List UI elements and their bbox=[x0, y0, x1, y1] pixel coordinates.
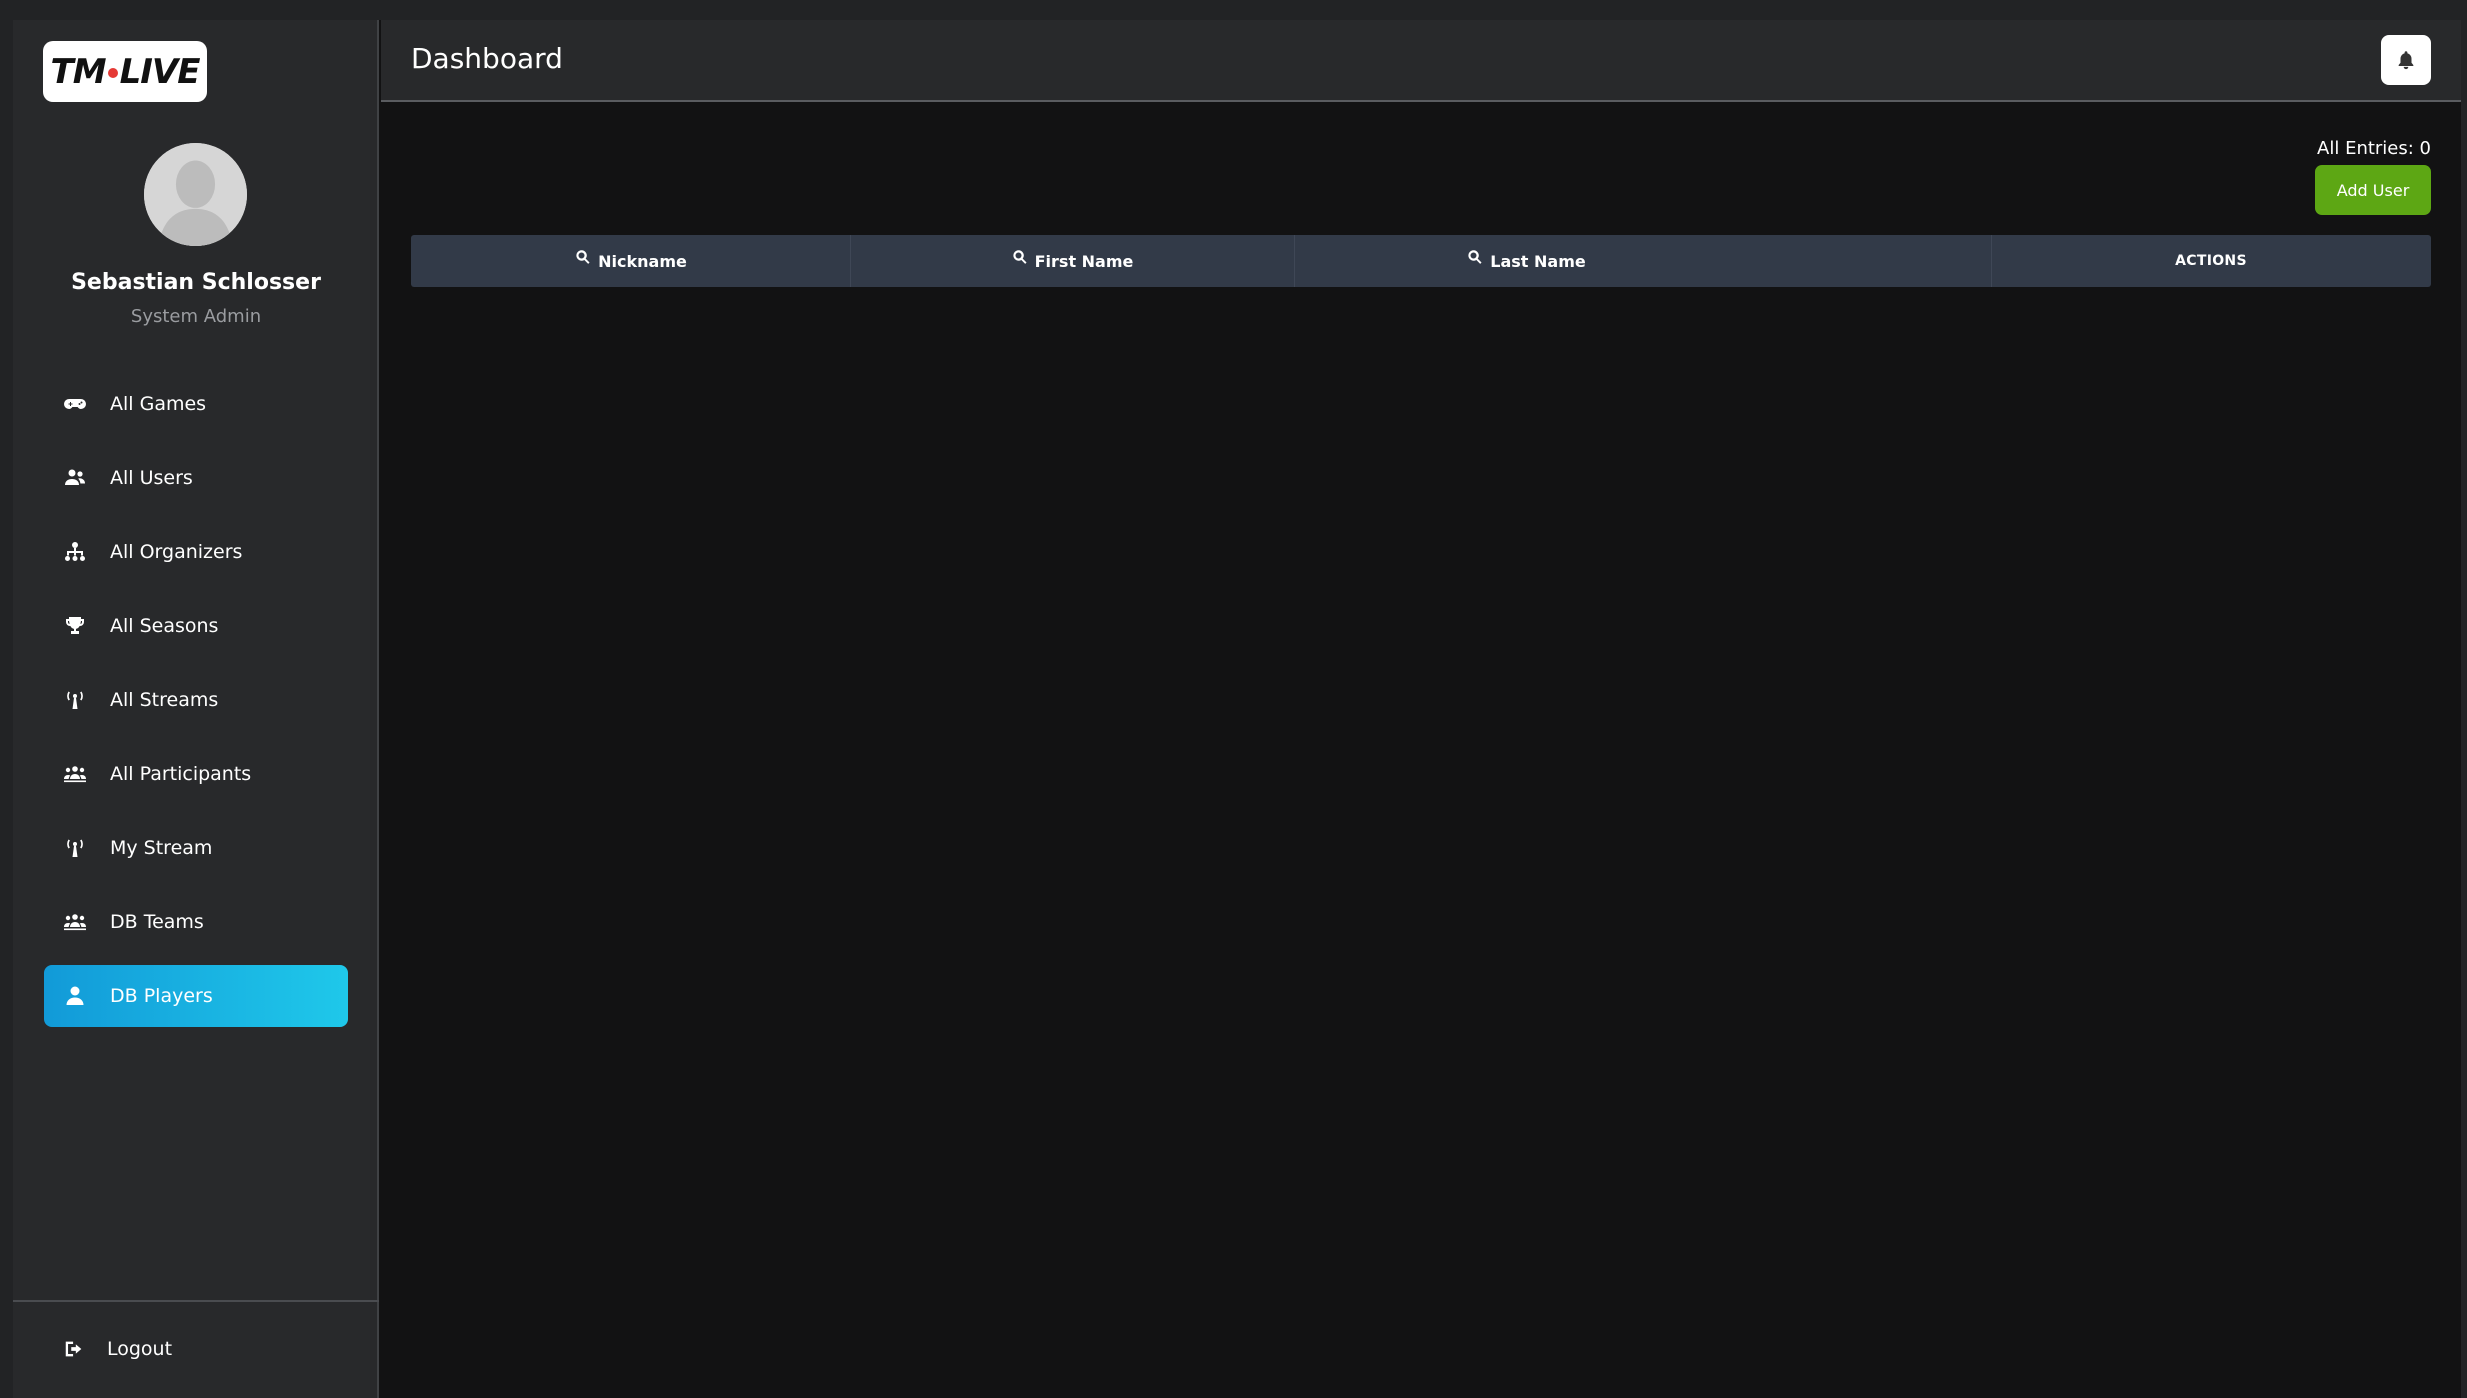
logo[interactable]: TM LIVE bbox=[43, 41, 207, 102]
sidebar-item-label: All Users bbox=[110, 467, 193, 489]
sidebar-item-label: DB Teams bbox=[110, 911, 204, 933]
sidebar-item-all-organizers[interactable]: All Organizers bbox=[44, 521, 348, 583]
sidebar-item-all-participants[interactable]: All Participants bbox=[44, 743, 348, 805]
add-user-button[interactable]: Add User bbox=[2315, 165, 2431, 215]
group-icon bbox=[62, 761, 88, 787]
broadcast-tower-icon bbox=[62, 687, 88, 713]
sidebar-item-all-streams[interactable]: All Streams bbox=[44, 669, 348, 731]
sidebar-item-label: All Seasons bbox=[110, 615, 219, 637]
column-label: ACTIONS bbox=[2175, 253, 2247, 269]
trophy-icon bbox=[62, 613, 88, 639]
table-header: Nickname First Name Last Name ACTIONS bbox=[411, 235, 2431, 287]
sidebar-nav: All Games All Users All Organizers All S… bbox=[44, 373, 348, 1039]
sidebar-item-label: All Games bbox=[110, 393, 207, 415]
users-icon bbox=[62, 465, 88, 491]
app-frame: TM LIVE Sebastian Schlosser System Admin … bbox=[13, 20, 2461, 1398]
user-icon bbox=[62, 983, 88, 1009]
group-icon bbox=[62, 909, 88, 935]
sitemap-icon bbox=[62, 539, 88, 565]
column-label: Nickname bbox=[598, 251, 687, 271]
sidebar-item-label: All Participants bbox=[110, 763, 252, 785]
broadcast-tower-icon bbox=[62, 835, 88, 861]
sidebar-item-db-players[interactable]: DB Players bbox=[44, 965, 348, 1027]
logo-part-1: TM bbox=[50, 51, 107, 92]
sidebar: TM LIVE Sebastian Schlosser System Admin … bbox=[13, 20, 379, 1398]
sign-out-icon bbox=[65, 1341, 82, 1357]
column-header-nickname[interactable]: Nickname bbox=[411, 235, 850, 287]
logout-label: Logout bbox=[107, 1338, 173, 1360]
column-header-first-name[interactable]: First Name bbox=[850, 235, 1294, 287]
gamepad-icon bbox=[62, 391, 88, 417]
avatar-placeholder-icon bbox=[144, 143, 247, 246]
notifications-button[interactable] bbox=[2381, 35, 2431, 85]
column-label: Last Name bbox=[1490, 251, 1586, 271]
search-icon[interactable] bbox=[1011, 248, 1029, 266]
sidebar-item-label: All Streams bbox=[110, 689, 219, 711]
sidebar-item-label: All Organizers bbox=[110, 541, 243, 563]
sidebar-item-all-users[interactable]: All Users bbox=[44, 447, 348, 509]
column-header-last-name[interactable]: Last Name bbox=[1294, 235, 1758, 287]
column-header-actions: ACTIONS bbox=[1991, 235, 2431, 287]
column-label: First Name bbox=[1034, 251, 1134, 271]
user-name: Sebastian Schlosser bbox=[71, 270, 321, 295]
user-role: System Admin bbox=[130, 306, 262, 327]
sidebar-item-all-seasons[interactable]: All Seasons bbox=[44, 595, 348, 657]
sidebar-item-db-teams[interactable]: DB Teams bbox=[44, 891, 348, 953]
sidebar-divider bbox=[13, 1300, 379, 1302]
bell-icon bbox=[2398, 51, 2414, 70]
avatar bbox=[144, 143, 247, 246]
sidebar-item-label: DB Players bbox=[110, 985, 213, 1007]
logo-text: TM LIVE bbox=[50, 51, 201, 92]
search-icon[interactable] bbox=[574, 248, 592, 266]
logout-button[interactable]: Logout bbox=[63, 1338, 172, 1360]
entries-count: All Entries: 0 bbox=[2317, 138, 2431, 159]
logo-part-2: LIVE bbox=[119, 51, 201, 92]
search-icon[interactable] bbox=[1466, 248, 1484, 266]
sidebar-item-all-games[interactable]: All Games bbox=[44, 373, 348, 435]
page-title: Dashboard bbox=[411, 42, 563, 75]
logo-dot bbox=[107, 68, 118, 78]
top-header: Dashboard bbox=[381, 20, 2461, 102]
sidebar-item-my-stream[interactable]: My Stream bbox=[44, 817, 348, 879]
sidebar-item-label: My Stream bbox=[110, 837, 213, 859]
